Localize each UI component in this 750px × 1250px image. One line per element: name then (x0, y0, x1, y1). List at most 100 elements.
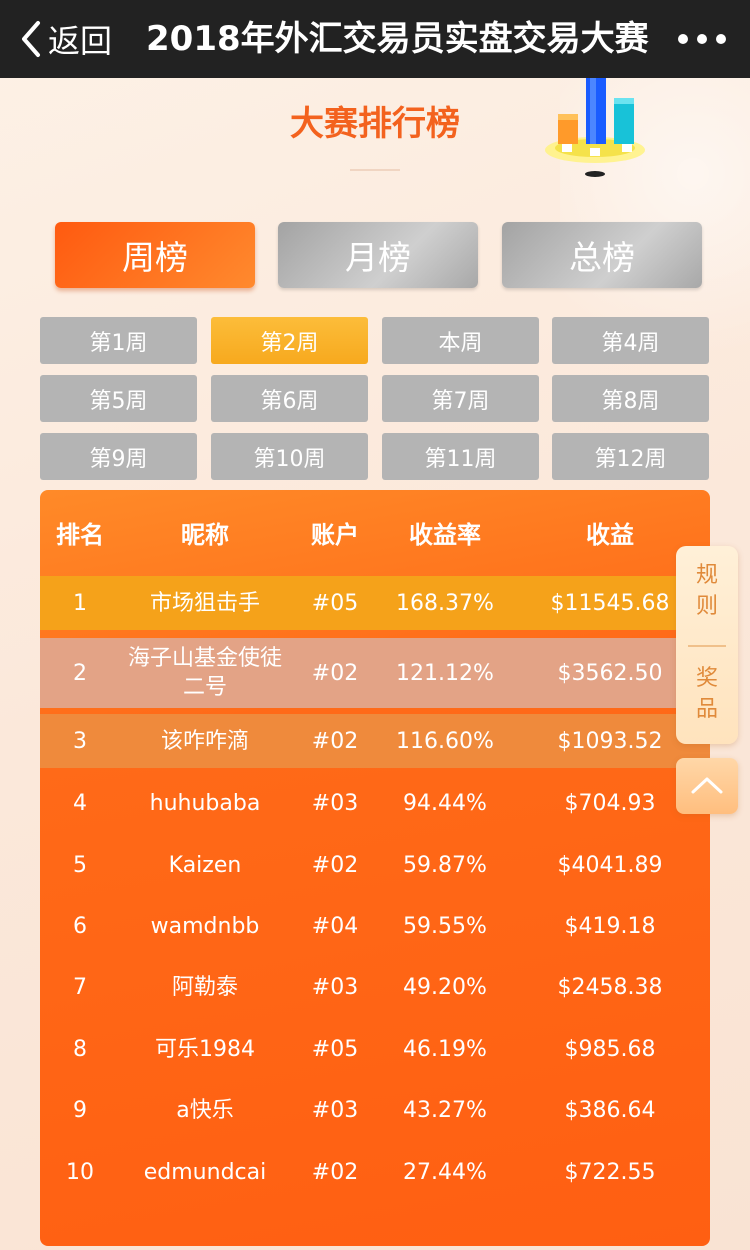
row-nickname: huhubaba (149, 790, 261, 816)
row-nickname: 可乐1984 (155, 1036, 255, 1062)
row-rank: 7 (73, 974, 87, 1000)
table-row: 9 a快乐 #03 43.27% $386.64 (40, 1082, 710, 1138)
scroll-top-button[interactable] (676, 758, 738, 814)
tab-weekly[interactable]: 周榜 (55, 222, 255, 288)
side-divider (688, 645, 726, 647)
tab-monthly[interactable]: 月榜 (278, 222, 478, 288)
row-profit: $704.93 (564, 790, 656, 816)
week-tab-5[interactable]: 第5周 (40, 375, 197, 422)
row-profit: $11545.68 (550, 590, 670, 616)
row-account: #04 (311, 913, 359, 939)
tab-weekly-label: 周榜 (122, 238, 188, 277)
row-rate: 46.19% (403, 1036, 487, 1062)
table-header: 排名 昵称 账户 收益率 收益 (40, 490, 710, 574)
week-tab-2[interactable]: 第2周 (211, 317, 368, 364)
row-nickname: 市场狙击手 (149, 590, 260, 616)
week-tab-12[interactable]: 第12周 (552, 433, 709, 480)
table-row: 6 wamdnbb #04 59.55% $419.18 (40, 898, 710, 954)
header-rank: 排名 (56, 520, 104, 549)
week-tab-9[interactable]: 第9周 (40, 433, 197, 480)
row-rank: 9 (73, 1097, 87, 1123)
page-title: 2018年外汇交易员实盘交易大赛 (146, 19, 649, 59)
leaderboard-title: 大赛排行榜 (290, 104, 460, 144)
row-rank: 2 (73, 660, 87, 686)
row-nickname: 该咋咋滴 (160, 728, 249, 754)
row-account: #02 (311, 852, 359, 878)
row-nickname: edmundcai (143, 1159, 267, 1185)
row-rate: 121.12% (396, 660, 494, 686)
table-row: 10 edmundcai #02 27.44% $722.55 (40, 1144, 710, 1200)
title-divider (350, 169, 400, 171)
row-account: #03 (311, 1097, 359, 1123)
tab-total-label: 总榜 (569, 238, 635, 277)
row-rate: 43.27% (403, 1097, 487, 1123)
row-profit: $722.55 (564, 1159, 656, 1185)
row-account: #03 (311, 974, 359, 1000)
row-profit: $419.18 (564, 913, 656, 939)
week-tab-11[interactable]: 第11周 (382, 433, 539, 480)
header-account: 账户 (311, 520, 359, 549)
header-profit: 收益 (586, 520, 634, 549)
row-rank: 4 (73, 790, 87, 816)
row-nickname: a快乐 (176, 1097, 234, 1123)
rules-label-1: 规 (695, 563, 718, 588)
row-nickname: 海子山基金使徒二号 (127, 646, 282, 700)
side-panel: 规 则 奖 品 (676, 546, 738, 744)
table-row: 3 该咋咋滴 #02 116.60% $1093.52 (40, 714, 710, 768)
row-rate: 168.37% (396, 590, 494, 616)
row-rate: 94.44% (403, 790, 487, 816)
row-profit: $985.68 (564, 1036, 656, 1062)
week-tab-8[interactable]: 第8周 (552, 375, 709, 422)
row-profit: $3562.50 (557, 660, 663, 686)
row-account: #05 (311, 1036, 359, 1062)
row-rate: 59.87% (403, 852, 487, 878)
bar-chart-illustration-icon (545, 78, 645, 177)
chevron-left-icon (22, 21, 40, 57)
row-account: #03 (311, 790, 359, 816)
row-rate: 27.44% (403, 1159, 487, 1185)
tab-monthly-label: 月榜 (345, 238, 411, 277)
header-nickname: 昵称 (181, 520, 229, 549)
header-rate: 收益率 (409, 520, 481, 549)
row-rate: 59.55% (403, 913, 487, 939)
top-navbar: 返回 2018年外汇交易员实盘交易大赛 (0, 0, 750, 78)
row-rate: 49.20% (403, 974, 487, 1000)
back-button[interactable]: 返回 (18, 14, 112, 64)
row-rank: 8 (73, 1036, 87, 1062)
table-row: 5 Kaizen #02 59.87% $4041.89 (40, 837, 710, 893)
row-account: #02 (311, 1159, 359, 1185)
rules-button[interactable]: 规 则 (676, 560, 738, 626)
row-account: #02 (311, 660, 359, 686)
week-tab-current[interactable]: 本周 (382, 317, 539, 364)
rules-label-2: 则 (695, 594, 718, 619)
week-tab-4[interactable]: 第4周 (552, 317, 709, 364)
table-row: 7 阿勒泰 #03 49.20% $2458.38 (40, 959, 710, 1015)
row-rate: 116.60% (396, 728, 494, 754)
prize-label-1: 奖 (695, 666, 718, 691)
week-tab-1[interactable]: 第1周 (40, 317, 197, 364)
row-account: #05 (311, 590, 359, 616)
table-row: 1 市场狙击手 #05 168.37% $11545.68 (40, 576, 710, 630)
row-nickname: wamdnbb (150, 913, 260, 939)
tab-total[interactable]: 总榜 (502, 222, 702, 288)
week-tab-10[interactable]: 第10周 (211, 433, 368, 480)
prize-label-2: 品 (695, 697, 718, 722)
prizes-button[interactable]: 奖 品 (676, 663, 738, 729)
table-row: 2 海子山基金使徒二号 #02 121.12% $3562.50 (40, 638, 710, 708)
row-profit: $386.64 (564, 1097, 656, 1123)
row-account: #02 (311, 728, 359, 754)
row-profit: $1093.52 (557, 728, 663, 754)
row-rank: 1 (73, 590, 87, 616)
table-row: 8 可乐1984 #05 46.19% $985.68 (40, 1021, 710, 1077)
week-tab-6[interactable]: 第6周 (211, 375, 368, 422)
row-rank: 5 (73, 852, 87, 878)
back-label: 返回 (48, 22, 113, 60)
row-nickname: 阿勒泰 (171, 974, 238, 1000)
row-rank: 6 (73, 913, 87, 939)
row-profit: $2458.38 (557, 974, 663, 1000)
week-tab-7[interactable]: 第7周 (382, 375, 539, 422)
row-rank: 3 (73, 728, 87, 754)
table-row: 4 huhubaba #03 94.44% $704.93 (40, 775, 710, 831)
more-dots-icon[interactable] (678, 24, 726, 54)
leaderboard-table: 排名 昵称 账户 收益率 收益 1 市场狙击手 #05 168.37% $115… (40, 490, 710, 1246)
